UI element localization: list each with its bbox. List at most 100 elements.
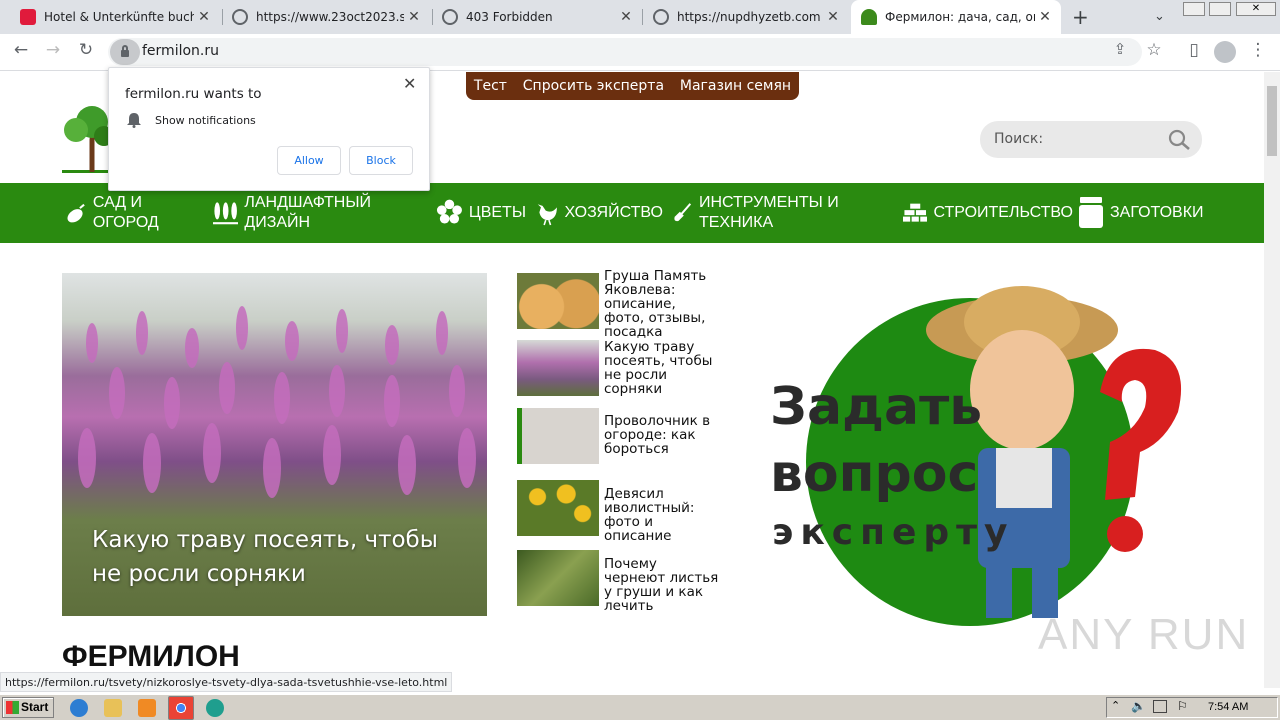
article-pear[interactable]: Груша Память Яковлева: описание, фото, о…: [517, 269, 717, 339]
scrollbar-thumb[interactable]: [1267, 86, 1277, 156]
bookmark-star-icon[interactable]: ☆: [1142, 40, 1166, 60]
ie-icon[interactable]: [70, 699, 88, 717]
trees-icon: [213, 202, 239, 225]
hero-caption[interactable]: Какую траву посеять, чтобы не росли сорн…: [92, 523, 452, 591]
article-title[interactable]: Проволочник в огороде: как бороться: [604, 414, 719, 456]
jar-icon: [1079, 197, 1103, 228]
forward-arrow-icon[interactable]: →: [41, 40, 65, 60]
search-input[interactable]: Поиск:: [980, 121, 1202, 158]
tab-23oct2023[interactable]: https://www.23oct2023.site ✕: [222, 0, 430, 34]
top-menu: Тест Спросить эксперта Магазин семян: [466, 72, 799, 100]
volume-icon[interactable]: 🔈: [1131, 699, 1146, 713]
globe-icon: [442, 9, 458, 25]
flower-icon: [436, 199, 462, 224]
allow-button[interactable]: Allow: [277, 146, 341, 175]
article-title[interactable]: Какую траву посеять, чтобы не росли сорн…: [604, 340, 719, 396]
back-arrow-icon[interactable]: ←: [9, 40, 33, 60]
media-player-icon[interactable]: [138, 699, 156, 717]
globe-icon: [232, 9, 248, 25]
menu-item-test[interactable]: Тест: [474, 78, 507, 94]
nav-flowers[interactable]: Цветы: [436, 183, 526, 243]
nav-label: Цветы: [468, 204, 526, 221]
start-label: Start: [21, 700, 49, 714]
tab-403[interactable]: 403 Forbidden ✕: [432, 0, 642, 34]
nav-construction[interactable]: Строительство: [903, 183, 1073, 243]
nav-landscape[interactable]: Ландшафтный дизайн: [213, 183, 383, 243]
pear-leaves-thumbnail: [517, 550, 599, 606]
nav-garden[interactable]: Сад и огород: [66, 183, 176, 243]
wireworm-thumbnail: [517, 408, 599, 464]
article-wireworm[interactable]: Проволочник в огороде: как бороться: [517, 408, 717, 464]
tree-favicon-icon: [861, 9, 877, 25]
new-tab-button[interactable]: +: [1072, 5, 1089, 29]
nav-label: Заготовки: [1110, 204, 1204, 221]
lock-icon[interactable]: [110, 39, 140, 65]
window-close-icon[interactable]: ✕: [1236, 2, 1276, 16]
page-scrollbar[interactable]: [1264, 72, 1280, 688]
search-placeholder: Поиск:: [994, 131, 1044, 147]
share-icon[interactable]: ⇪: [1108, 40, 1132, 58]
booking-favicon-icon: [20, 9, 36, 25]
article-title[interactable]: Девясил иволистный: фото и описание: [604, 487, 719, 543]
close-tab-icon[interactable]: ✕: [194, 9, 214, 25]
notification-permission-popup: fermilon.ru wants to Show notifications …: [108, 67, 430, 191]
tab-hotel[interactable]: Hotel & Unterkünfte buchen | A ✕: [10, 0, 220, 34]
explorer-folder-icon[interactable]: [104, 699, 122, 717]
close-tab-icon[interactable]: ✕: [1035, 9, 1055, 25]
globe-icon: [653, 9, 669, 25]
bricks-icon: [903, 203, 928, 222]
reload-icon[interactable]: ↻: [74, 40, 98, 60]
tab-nupdhyzetb[interactable]: https://nupdhyzetb.com ✕: [643, 0, 849, 34]
nav-preserves[interactable]: Заготовки: [1078, 183, 1208, 243]
yellow-flowers-thumbnail: [517, 480, 599, 536]
article-pear-leaves[interactable]: Почему чернеют листья у груши и как лечи…: [517, 550, 718, 613]
tab-title: https://www.23oct2023.site: [256, 10, 404, 24]
tab-title: https://nupdhyzetb.com: [677, 10, 821, 24]
close-tab-icon[interactable]: ✕: [616, 9, 636, 25]
article-elecampane[interactable]: Девясил иволистный: фото и описание: [517, 480, 717, 543]
tray-arrow-icon[interactable]: ⌃: [1111, 699, 1120, 712]
block-button[interactable]: Block: [349, 146, 413, 175]
start-button[interactable]: Start: [2, 697, 54, 718]
ask-expert-banner[interactable]: Задать вопрос эксперту: [760, 272, 1210, 632]
article-grass[interactable]: Какую траву посеять, чтобы не росли сорн…: [517, 340, 717, 396]
tab-fermilon[interactable]: Фермилон: дача, сад, огород ✕: [851, 0, 1061, 34]
popup-title: fermilon.ru wants to: [125, 86, 262, 102]
close-icon[interactable]: ✕: [403, 74, 416, 93]
window-restore-icon[interactable]: [1209, 2, 1231, 16]
close-tab-icon[interactable]: ✕: [823, 9, 843, 25]
menu-item-seed-shop[interactable]: Магазин семян: [680, 78, 791, 94]
system-tray: ⌃ 🔈 ⚐: [1106, 697, 1278, 718]
window-minimize-icon[interactable]: [1183, 2, 1205, 16]
nav-label: Строительство: [933, 204, 1073, 221]
nav-tools[interactable]: Инструменты и техника: [672, 183, 842, 243]
close-tab-icon[interactable]: ✕: [404, 9, 424, 25]
chrome-icon[interactable]: [168, 696, 194, 720]
article-title[interactable]: Почему чернеют листья у груши и как лечи…: [604, 557, 719, 613]
windows-logo-icon: [6, 701, 19, 714]
promo-line-expert: эксперту: [772, 512, 1015, 553]
hero-article[interactable]: Какую траву посеять, чтобы не росли сорн…: [62, 273, 487, 616]
menu-kebab-icon[interactable]: ⋮: [1246, 40, 1270, 60]
bell-icon: [127, 113, 141, 128]
search-icon[interactable]: [1168, 129, 1192, 151]
profile-avatar-icon[interactable]: [1214, 41, 1236, 63]
pear-thumbnail: [517, 273, 599, 329]
nav-household[interactable]: Хозяйство: [533, 183, 663, 243]
page-heading: ФЕРМИЛОН: [62, 640, 240, 673]
permission-text: Show notifications: [155, 114, 256, 127]
nav-label: Сад и огород: [92, 194, 159, 231]
address-bar[interactable]: fermilon.ru ⇪: [108, 38, 1142, 66]
network-icon[interactable]: [1153, 700, 1167, 713]
nav-label: Инструменты и техника: [698, 194, 839, 231]
windows-taskbar: Start ⌃ 🔈 ⚐ 7:54 AM: [0, 694, 1280, 720]
flag-icon[interactable]: ⚐: [1177, 699, 1188, 713]
menu-item-ask-expert[interactable]: Спросить эксперта: [523, 78, 664, 94]
edge-icon[interactable]: [206, 699, 224, 717]
site-logo-tree-icon[interactable]: [62, 100, 114, 175]
article-title[interactable]: Груша Память Яковлева: описание, фото, о…: [604, 269, 719, 339]
anyrun-watermark: ANY RUN: [1038, 610, 1250, 659]
side-panel-icon[interactable]: ▯: [1182, 40, 1206, 60]
promo-line-ask: Задать: [770, 377, 983, 437]
tab-search-chevron-icon[interactable]: ⌄: [1154, 9, 1165, 24]
